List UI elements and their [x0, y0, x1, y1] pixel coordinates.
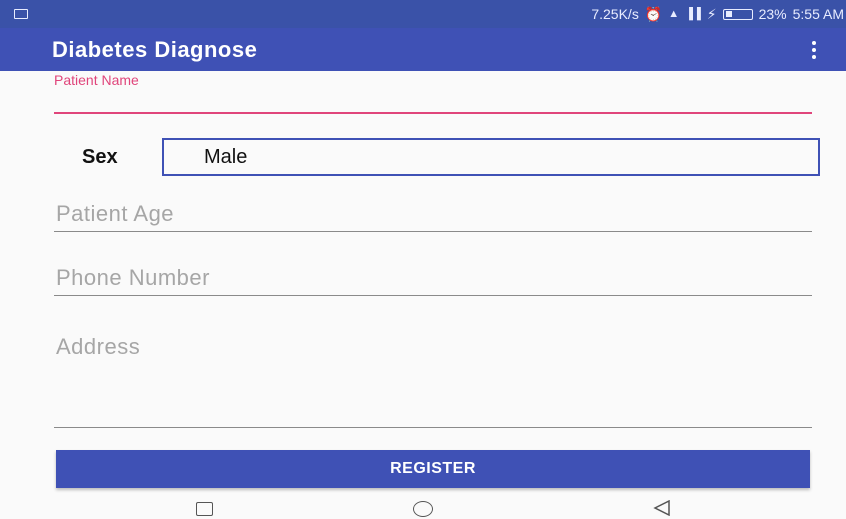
charging-icon: ⚡	[706, 5, 717, 22]
alarm-icon: ⏰	[644, 5, 663, 22]
navigation-bar	[0, 494, 846, 519]
sex-label: Sex	[82, 146, 118, 168]
app-bar: Diabetes Diagnose	[0, 28, 846, 71]
status-right-group: 7.25K/s ⏰ ▲ ▐▐ ⚡ 23% 5:55 AM	[591, 6, 844, 23]
notification-icon	[14, 9, 28, 19]
patient-name-label: Patient Name	[54, 72, 139, 88]
register-button[interactable]: REGISTER	[56, 450, 810, 488]
patient-name-input[interactable]	[54, 88, 812, 114]
status-bar: 7.25K/s ⏰ ▲ ▐▐ ⚡ 23% 5:55 AM	[0, 0, 846, 28]
phone-number-input[interactable]	[54, 264, 812, 296]
back-icon[interactable]	[653, 500, 671, 516]
overflow-menu-icon[interactable]	[808, 37, 820, 63]
network-speed: 7.25K/s	[591, 6, 639, 22]
status-time: 5:55 AM	[792, 6, 844, 22]
recent-apps-icon[interactable]	[196, 502, 213, 516]
home-icon[interactable]	[413, 501, 433, 517]
sex-selected-value: Male	[204, 145, 248, 168]
patient-age-input[interactable]	[54, 200, 812, 232]
address-input[interactable]	[54, 334, 812, 428]
app-title: Diabetes Diagnose	[52, 36, 258, 62]
sex-dropdown[interactable]: Male	[162, 138, 820, 176]
battery-percent: 23%	[758, 6, 787, 22]
wifi-signal-icon: ▲	[668, 8, 680, 20]
battery-icon	[722, 8, 753, 20]
cell-signal-icon: ▐▐	[685, 8, 701, 20]
